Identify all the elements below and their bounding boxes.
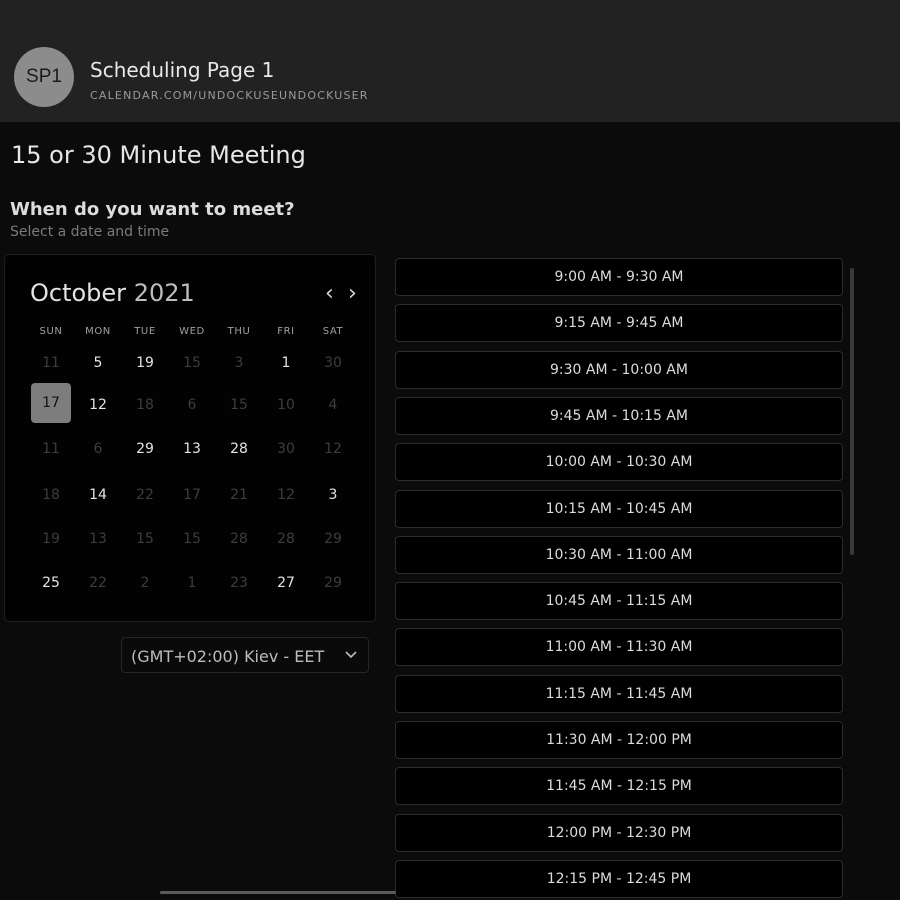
calendar-day-unavailable: 11 bbox=[42, 355, 60, 371]
calendar-month-year: October 2021 bbox=[30, 279, 195, 307]
time-slot-button[interactable]: 10:00 AM - 10:30 AM bbox=[395, 443, 843, 482]
calendar-day-unavailable: 28 bbox=[230, 531, 248, 547]
calendar-day-available[interactable]: 25 bbox=[34, 575, 68, 591]
timezone-value: (GMT+02:00) Kiev - EET bbox=[131, 647, 325, 666]
time-slot-button[interactable]: 9:00 AM - 9:30 AM bbox=[395, 258, 843, 296]
calendar-day-unavailable: 3 bbox=[234, 355, 244, 371]
calendar-day-unavailable: 15 bbox=[230, 397, 248, 413]
calendar-day-available[interactable]: 29 bbox=[128, 441, 162, 457]
page-url[interactable]: CALENDAR.COM/UNDOCKUSEUNDOCKUSER bbox=[90, 89, 369, 102]
calendar-day-unavailable: 15 bbox=[183, 355, 201, 371]
date-time-hint: Select a date and time bbox=[10, 224, 170, 240]
calendar-day-unavailable: 13 bbox=[89, 531, 107, 547]
time-slot-button[interactable]: 10:15 AM - 10:45 AM bbox=[395, 489, 843, 528]
calendar-day-unavailable: 15 bbox=[183, 531, 201, 547]
weekday-label: MON bbox=[85, 326, 111, 337]
calendar-day-unavailable: 19 bbox=[42, 531, 60, 547]
chevron-right-icon[interactable]: › bbox=[348, 283, 357, 305]
time-slot-button[interactable]: 11:45 AM - 12:15 PM bbox=[395, 767, 843, 806]
time-slot-button[interactable]: 12:00 PM - 12:30 PM bbox=[395, 813, 843, 852]
calendar-day-unavailable: 22 bbox=[89, 575, 107, 591]
time-slot-button[interactable]: 11:15 AM - 11:45 AM bbox=[395, 674, 843, 713]
weekday-label: WED bbox=[179, 326, 205, 337]
calendar-day-available[interactable]: 14 bbox=[81, 487, 115, 503]
time-slot-button[interactable]: 9:45 AM - 10:15 AM bbox=[395, 396, 843, 435]
calendar-day-unavailable: 12 bbox=[277, 487, 295, 503]
calendar-day-available[interactable]: 27 bbox=[269, 575, 303, 591]
calendar-day-available[interactable]: 19 bbox=[128, 355, 162, 371]
calendar-day-available[interactable]: 1 bbox=[269, 355, 303, 371]
time-slot-list[interactable]: 9:00 AM - 9:30 AM 9:15 AM - 9:45 AM 9:30 A… bbox=[386, 258, 848, 900]
time-slot-button[interactable]: 9:15 AM - 9:45 AM bbox=[395, 304, 843, 343]
scheduling-page-header: SP1 Scheduling Page 1 CALENDAR.COM/UNDOC… bbox=[0, 0, 900, 122]
calendar-day-unavailable: 22 bbox=[136, 487, 154, 503]
calendar-day-unavailable: 17 bbox=[183, 487, 201, 503]
calendar-day-unavailable: 15 bbox=[136, 531, 154, 547]
horizontal-scrollbar[interactable] bbox=[160, 891, 396, 894]
selected-date[interactable]: 17 bbox=[31, 383, 71, 423]
calendar-day-unavailable: 29 bbox=[324, 575, 342, 591]
calendar-day-unavailable: 4 bbox=[328, 397, 338, 413]
calendar-day-unavailable: 10 bbox=[277, 397, 295, 413]
calendar-day-unavailable: 29 bbox=[324, 531, 342, 547]
page-name: Scheduling Page 1 bbox=[90, 58, 275, 82]
time-slot-button[interactable]: 11:30 AM - 12:00 PM bbox=[395, 721, 843, 759]
calendar-day-available[interactable]: 13 bbox=[175, 441, 209, 457]
calendar-day-unavailable: 6 bbox=[187, 397, 197, 413]
calendar-day-unavailable: 2 bbox=[140, 575, 150, 591]
calendar-month: October bbox=[30, 279, 127, 307]
calendar-day-unavailable: 30 bbox=[324, 355, 342, 371]
calendar-day-unavailable: 23 bbox=[230, 575, 248, 591]
time-slot-button[interactable]: 10:30 AM - 11:00 AM bbox=[395, 535, 843, 574]
time-slot-scrollbar[interactable] bbox=[850, 268, 854, 555]
calendar-day-unavailable: 12 bbox=[324, 441, 342, 457]
time-slot-button[interactable]: 10:45 AM - 11:15 AM bbox=[395, 582, 843, 621]
timezone-select[interactable]: (GMT+02:00) Kiev - EET bbox=[121, 637, 369, 673]
chevron-left-icon[interactable]: ‹ bbox=[325, 283, 334, 305]
date-picker-calendar: October 2021 ‹ › SUN MON TUE WED THU FRI SAT 11… bbox=[4, 254, 376, 622]
calendar-day-unavailable: 21 bbox=[230, 487, 248, 503]
calendar-day-unavailable: 18 bbox=[42, 487, 60, 503]
time-slot-button[interactable]: 12:15 PM - 12:45 PM bbox=[395, 859, 843, 898]
calendar-day-unavailable: 11 bbox=[42, 441, 60, 457]
calendar-year: 2021 bbox=[133, 279, 195, 307]
avatar: SP1 bbox=[14, 47, 74, 107]
calendar-day-unavailable: 6 bbox=[93, 441, 103, 457]
weekday-label: SAT bbox=[322, 326, 344, 337]
meeting-title: 15 or 30 Minute Meeting bbox=[11, 141, 306, 169]
calendar-day-available[interactable]: 5 bbox=[81, 355, 115, 371]
weekday-label: SUN bbox=[39, 326, 63, 337]
weekday-label: TUE bbox=[134, 326, 156, 337]
chevron-down-icon bbox=[345, 651, 357, 659]
calendar-day-available[interactable]: 12 bbox=[81, 397, 115, 413]
weekday-label: THU bbox=[227, 326, 251, 337]
calendar-day-unavailable: 28 bbox=[277, 531, 295, 547]
calendar-day-unavailable: 18 bbox=[136, 397, 154, 413]
time-slot-button[interactable]: 9:30 AM - 10:00 AM bbox=[395, 350, 843, 389]
calendar-day-unavailable: 1 bbox=[187, 575, 197, 591]
date-question-heading: When do you want to meet? bbox=[10, 199, 295, 220]
time-slot-button[interactable]: 11:00 AM - 11:30 AM bbox=[395, 628, 843, 667]
calendar-day-available[interactable]: 28 bbox=[222, 441, 256, 457]
weekday-label: FRI bbox=[277, 326, 295, 337]
calendar-day-available[interactable]: 3 bbox=[316, 487, 350, 503]
calendar-day-unavailable: 30 bbox=[277, 441, 295, 457]
